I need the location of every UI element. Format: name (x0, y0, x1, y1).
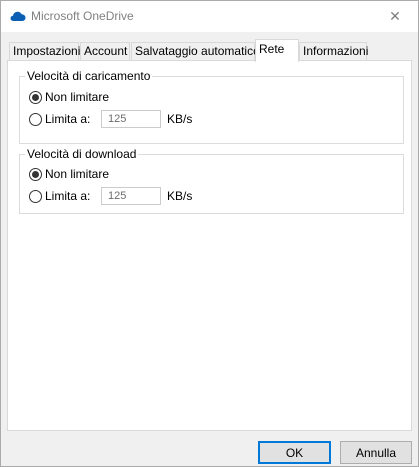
close-button[interactable]: ✕ (372, 1, 418, 32)
upload-unlimited-option[interactable]: Non limitare (29, 88, 109, 106)
tab-informazioni[interactable]: Informazioni (299, 42, 368, 61)
download-speed-legend: Velocità di download (25, 147, 139, 161)
download-limit-label: Limita a: (45, 189, 91, 203)
onedrive-cloud-icon (10, 10, 26, 22)
upload-unlimited-radio[interactable] (29, 90, 42, 104)
tab-impostazioni[interactable]: Impostazioni (9, 42, 80, 61)
upload-speed-group: Velocità di caricamento Non limitare Lim… (19, 69, 404, 144)
tab-rete[interactable]: Rete (255, 39, 299, 62)
upload-limit-radio[interactable] (29, 112, 42, 126)
download-limit-option[interactable]: Limita a: (29, 187, 90, 205)
download-unlimited-radio[interactable] (29, 167, 42, 181)
download-rate-unit: KB/s (167, 189, 193, 203)
cancel-button[interactable]: Annulla (340, 441, 412, 464)
window-title: Microsoft OneDrive (31, 9, 134, 23)
title-bar[interactable]: Microsoft OneDrive ✕ (1, 1, 418, 32)
upload-limit-label: Limita a: (45, 112, 91, 126)
download-rate-input[interactable]: 125 (101, 187, 161, 205)
download-unlimited-option[interactable]: Non limitare (29, 165, 109, 183)
download-unlimited-label: Non limitare (45, 167, 110, 181)
onedrive-settings-window: Microsoft OneDrive ✕ Impostazioni Accoun… (0, 0, 419, 467)
tab-account[interactable]: Account (80, 42, 130, 61)
upload-limit-option[interactable]: Limita a: (29, 110, 90, 128)
ok-button[interactable]: OK (258, 441, 331, 464)
tab-panel-rete: Velocità di caricamento Non limitare Lim… (7, 60, 412, 431)
tab-salvataggio-automatico[interactable]: Salvataggio automatico (131, 42, 260, 61)
download-limit-radio[interactable] (29, 189, 42, 203)
upload-unlimited-label: Non limitare (45, 90, 110, 104)
download-speed-group: Velocità di download Non limitare Limita… (19, 147, 404, 214)
upload-speed-legend: Velocità di caricamento (25, 69, 153, 83)
upload-rate-input[interactable]: 125 (101, 110, 161, 128)
close-icon: ✕ (389, 8, 401, 24)
upload-rate-unit: KB/s (167, 112, 193, 126)
